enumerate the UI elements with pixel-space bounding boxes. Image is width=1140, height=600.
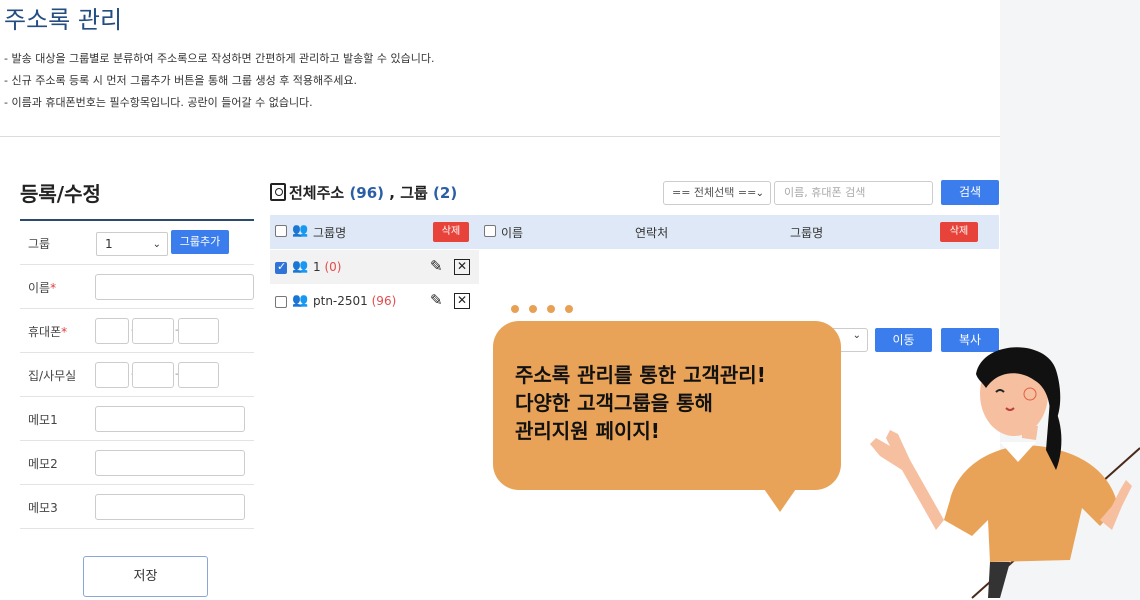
description-line-2: - 신규 주소록 등록 시 먼저 그룹추가 버튼을 통해 그룹 생성 후 적용해…	[4, 74, 358, 87]
home-input-2[interactable]	[132, 362, 174, 388]
addressbook-title-text: 전체주소	[289, 184, 345, 202]
bubble-tail	[762, 486, 798, 512]
chevron-down-icon: ⌄	[152, 239, 161, 250]
form-row-memo1: 메모1	[20, 397, 254, 441]
form-title: 등록/수정	[20, 182, 101, 206]
people-icon: 👥	[292, 293, 309, 308]
people-icon: 👥	[292, 223, 309, 238]
group-row[interactable]: 👥 ptn-2501 (96) ✎ ✕	[270, 284, 479, 318]
delete-contact-button[interactable]: 삭제	[940, 222, 978, 242]
header-divider	[0, 136, 1000, 137]
group-label: 그룹	[28, 237, 51, 251]
save-button[interactable]: 저장	[83, 556, 208, 597]
name-label: 이름*	[28, 281, 57, 295]
page-title: 주소록 관리	[4, 6, 123, 34]
group-row-name: 1 (0)	[313, 260, 342, 274]
group-select-value: 1	[105, 237, 113, 251]
group-name-header: 그룹명	[313, 226, 347, 240]
home-label: 집/사무실	[28, 369, 77, 383]
delete-group-button[interactable]: 삭제	[433, 222, 469, 242]
memo1-input[interactable]	[95, 406, 245, 432]
close-icon[interactable]: ✕	[454, 259, 470, 275]
group-table-header: 👥 그룹명 삭제	[270, 215, 479, 249]
description-line-1: - 발송 대상을 그룹별로 분류하여 주소록으로 작성하면 간편하게 관리하고 …	[4, 52, 435, 65]
promo-text: 주소록 관리를 통한 고객관리! 다양한 고객그룹을 통해 관리지원 페이지!	[515, 361, 766, 445]
search-input[interactable]: 이름, 휴대폰 검색	[774, 181, 933, 205]
address-book-icon	[270, 183, 286, 201]
form-row-phone: 휴대폰* - -	[20, 309, 254, 353]
contact-column-header: 연락처	[635, 226, 669, 240]
memo1-label: 메모1	[28, 413, 58, 427]
group-row-name: ptn-2501 (96)	[313, 294, 397, 308]
form-row-group: 그룹 1 ⌄ 그룹추가	[20, 221, 254, 265]
form-row-memo3: 메모3	[20, 485, 254, 529]
contact-table-header: 이름 연락처 그룹명 삭제	[479, 215, 999, 249]
search-button[interactable]: 검색	[941, 180, 999, 205]
phone-label: 휴대폰*	[28, 325, 68, 339]
phone-input-1[interactable]	[95, 318, 129, 344]
search-scope-value: == 전체선택 ==	[672, 186, 757, 199]
phone-input-3[interactable]	[178, 318, 219, 344]
form-row-memo2: 메모2	[20, 441, 254, 485]
close-icon[interactable]: ✕	[454, 293, 470, 309]
form-row-home: 집/사무실 - -	[20, 353, 254, 397]
home-input-1[interactable]	[95, 362, 129, 388]
phone-input-2[interactable]	[132, 318, 174, 344]
promo-line-1: 주소록 관리를 통한 고객관리!	[515, 363, 766, 387]
group-word: 그룹	[400, 184, 428, 202]
promo-line-2: 다양한 고객그룹을 통해	[515, 391, 713, 415]
select-all-groups-checkbox[interactable]	[275, 225, 287, 237]
group-select[interactable]: 1 ⌄	[96, 232, 168, 256]
thinking-dots	[511, 298, 583, 317]
name-input[interactable]	[95, 274, 254, 300]
memo2-label: 메모2	[28, 457, 58, 471]
promo-speech-bubble: 주소록 관리를 통한 고객관리! 다양한 고객그룹을 통해 관리지원 페이지!	[493, 321, 841, 490]
memo3-input[interactable]	[95, 494, 245, 520]
edit-icon[interactable]: ✎	[430, 257, 443, 275]
name-column-header: 이름	[501, 226, 524, 240]
groupname-column-header: 그룹명	[790, 226, 824, 240]
home-input-3[interactable]	[178, 362, 219, 388]
woman-illustration	[870, 347, 1140, 599]
form-row-name: 이름*	[20, 265, 254, 309]
total-count: (96)	[349, 184, 385, 202]
add-group-button[interactable]: 그룹추가	[171, 230, 229, 254]
addressbook-title: 전체주소 (96) , 그룹 (2)	[270, 182, 457, 203]
chevron-down-icon: ⌄	[755, 188, 764, 199]
group-row-checkbox[interactable]	[275, 260, 287, 274]
memo3-label: 메모3	[28, 501, 58, 515]
title-separator: ,	[389, 184, 395, 202]
people-icon: 👥	[292, 259, 309, 274]
group-row[interactable]: 👥 1 (0) ✎ ✕	[270, 250, 479, 284]
memo2-input[interactable]	[95, 450, 245, 476]
search-scope-select[interactable]: == 전체선택 == ⌄	[663, 181, 771, 205]
edit-icon[interactable]: ✎	[430, 291, 443, 309]
group-row-checkbox[interactable]	[275, 296, 287, 308]
group-count: (2)	[433, 184, 458, 202]
select-all-contacts-checkbox[interactable]	[484, 225, 496, 237]
description-line-3: - 이름과 휴대폰번호는 필수항목입니다. 공란이 들어갈 수 없습니다.	[4, 96, 313, 109]
promo-line-3: 관리지원 페이지!	[515, 419, 660, 443]
